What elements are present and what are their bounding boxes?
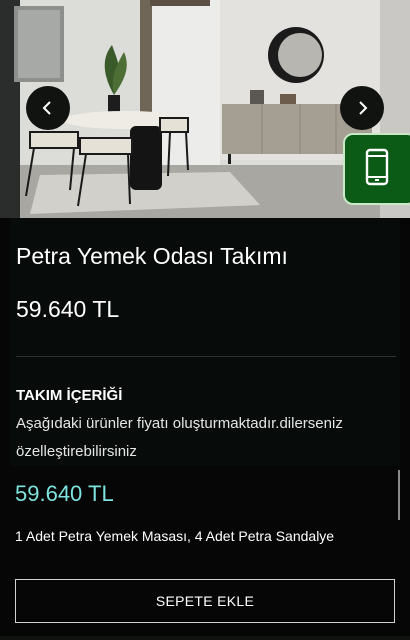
carousel-next-button[interactable] [340, 86, 384, 130]
set-contents-description: Aşağıdaki ürünler fiyatı oluşturmaktadır… [16, 415, 343, 460]
set-contents-heading: TAKIM İÇERİĞİ [16, 387, 123, 404]
contact-phone-button[interactable] [343, 133, 410, 205]
set-price: 59.640 TL [15, 481, 114, 506]
chevron-right-icon [354, 100, 370, 116]
set-items-text: 1 Adet Petra Yemek Masası, 4 Adet Petra … [15, 528, 335, 544]
chevron-left-icon [40, 100, 56, 116]
divider [16, 356, 396, 357]
add-to-cart-button[interactable]: SEPETE EKLE [15, 579, 395, 623]
carousel-prev-button[interactable] [26, 86, 70, 130]
mobile-phone-icon [365, 148, 389, 191]
scrollbar[interactable] [398, 470, 400, 520]
bottom-edge [0, 636, 410, 640]
product-title: Petra Yemek Odası Takımı [16, 243, 288, 269]
product-price: 59.640 TL [16, 296, 120, 322]
